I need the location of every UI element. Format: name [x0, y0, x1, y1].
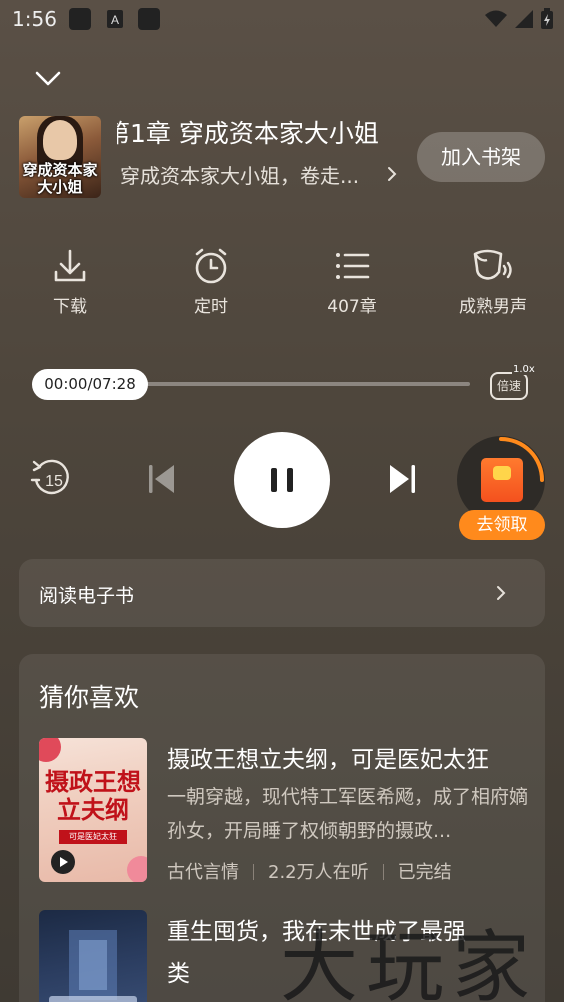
download-label: 下载 [53, 297, 87, 317]
speed-button[interactable]: 倍速 1.0x [488, 364, 536, 402]
add-to-shelf-button[interactable]: 加入书架 [417, 132, 545, 182]
chapter-list-button[interactable]: 407章 [302, 246, 402, 317]
rec-book-cover[interactable]: 摄政王想立夫纲 可是医妃太狂 [39, 738, 147, 882]
chevron-right-icon[interactable] [386, 164, 398, 184]
cover-title: 穿成资本家大小姐 [22, 161, 98, 196]
signal-icon [515, 10, 533, 28]
rec-book-status: 已完结 [397, 862, 452, 883]
book-subtitle[interactable]: 穿成资本家大小姐，卷走... [120, 160, 359, 189]
collapse-chevron-icon[interactable] [34, 66, 62, 90]
next-chapter-button[interactable] [386, 462, 418, 496]
rewind-seconds-label: 15 [45, 473, 63, 490]
timer-label: 定时 [194, 297, 228, 317]
chapter-count-label: 407章 [327, 297, 377, 317]
wifi-icon [485, 10, 507, 27]
notification-box-icon [138, 8, 160, 30]
alarm-clock-icon [195, 248, 227, 284]
download-icon [54, 249, 86, 282]
voice-icon [473, 249, 512, 280]
book-cover[interactable]: 穿成资本家大小姐 [19, 116, 101, 198]
read-ebook-row[interactable]: 阅读电子书 [19, 559, 545, 627]
rec-book-desc: 一朝穿越，现代特工军医希飏，成了相府嫡孙女，开局睡了权倾朝野的摄政... [167, 786, 529, 842]
speed-value: 1.0x [512, 364, 536, 375]
rec-book-listeners: 2.2万人在听 [268, 862, 369, 883]
rec-book-cover[interactable] [39, 910, 147, 1002]
progress-time-thumb[interactable]: 00:00/07:28 [32, 369, 148, 400]
battery-charging-icon [541, 8, 553, 29]
status-bar: 1:56 A [0, 0, 564, 40]
rec-cover-illustration [49, 930, 137, 1002]
red-packet-icon [481, 458, 523, 502]
pause-icon [271, 468, 293, 492]
pause-button[interactable] [234, 432, 330, 528]
rewind-15-button[interactable]: 15 [30, 456, 74, 500]
notification-box-icon [69, 8, 91, 30]
speed-label: 倍速 [490, 372, 528, 400]
claim-button[interactable]: 去领取 [459, 510, 545, 540]
rec-book-title[interactable]: 摄政王想立夫纲，可是医妃太狂 [167, 740, 489, 774]
recommend-title: 猜你喜欢 [39, 683, 140, 712]
voice-select-button[interactable]: 成熟男声 [443, 246, 543, 317]
a-icon: A [107, 10, 123, 28]
play-icon[interactable] [51, 850, 75, 874]
timer-button[interactable]: 定时 [161, 246, 261, 317]
download-button[interactable]: 下载 [20, 246, 120, 317]
chapter-title-marquee: 第1章 穿成资本家大小姐 [117, 112, 407, 152]
read-ebook-label: 阅读电子书 [39, 585, 135, 607]
chapter-title: 第1章 穿成资本家大小姐 [117, 119, 379, 148]
rec-cover-tag: 可是医妃太狂 [59, 830, 127, 844]
svg-text:A: A [111, 13, 119, 27]
rec-book-genre: 古代言情 [167, 862, 239, 883]
chevron-right-icon [497, 586, 506, 600]
watermark: 大玩家 [280, 923, 539, 1002]
rec-book-title-line2[interactable]: 类 [167, 954, 190, 988]
rec-book-meta: 古代言情 2.2万人在听 已完结 [167, 858, 452, 884]
status-time: 1:56 [12, 7, 57, 31]
voice-label: 成熟男声 [459, 297, 527, 317]
previous-chapter-button[interactable] [146, 462, 178, 496]
rec-cover-title: 摄政王想立夫纲 [45, 767, 141, 824]
chapter-list-icon [336, 253, 370, 279]
